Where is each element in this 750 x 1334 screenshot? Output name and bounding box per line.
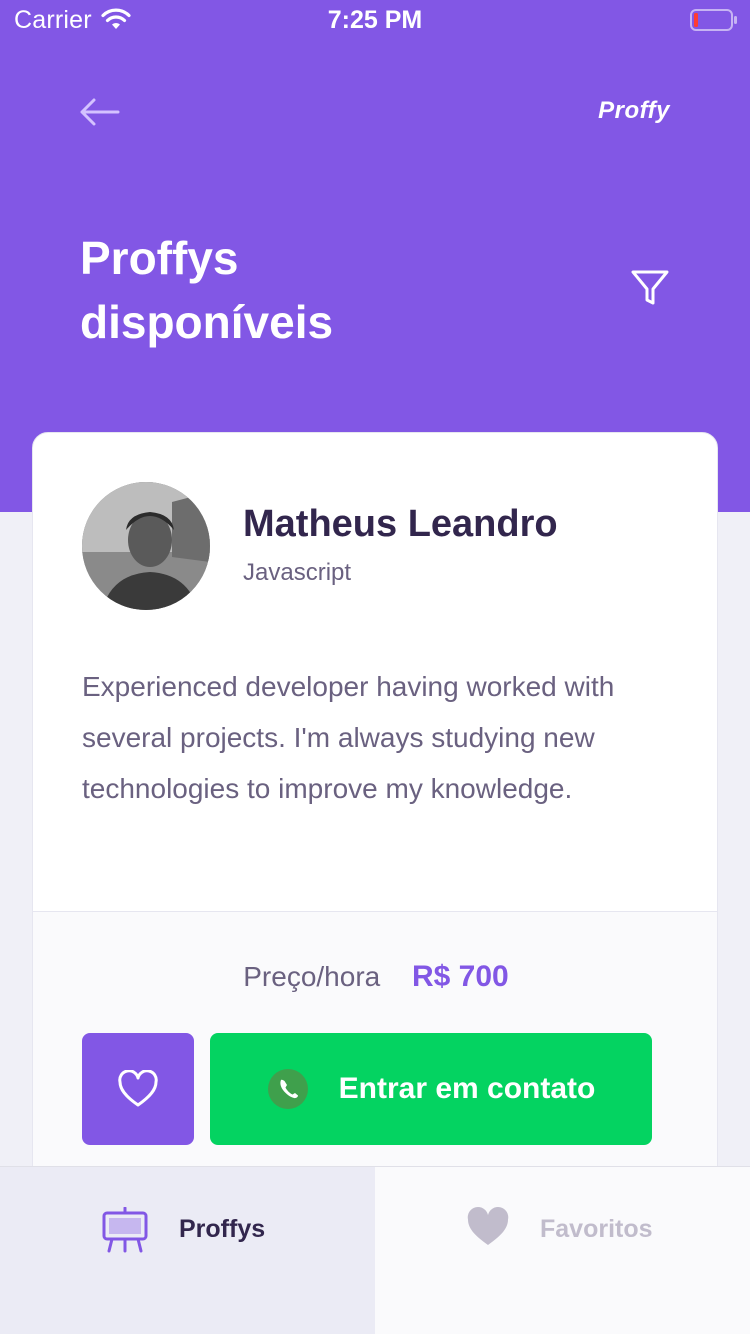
contact-button-label: Entrar em contato: [338, 1072, 596, 1105]
avatar-photo: [82, 482, 210, 610]
avatar: [82, 482, 210, 610]
heart-icon: [467, 1207, 509, 1245]
back-button[interactable]: [78, 96, 120, 128]
favorite-button[interactable]: [82, 1033, 194, 1145]
price-label: Preço/hora: [243, 961, 381, 992]
easel-icon: [102, 1207, 148, 1253]
tab-bar: Proffys Favoritos: [0, 1166, 750, 1334]
contact-button[interactable]: Entrar em contato: [210, 1033, 652, 1145]
teacher-card: Matheus Leandro Javascript Experienced d…: [32, 432, 718, 1192]
price-value: R$ 700: [412, 960, 509, 993]
whatsapp-icon: [267, 1069, 308, 1109]
tab-proffys-label: Proffys: [179, 1215, 266, 1243]
teacher-name: Matheus Leandro: [243, 503, 558, 545]
tab-proffys[interactable]: Proffys: [0, 1167, 375, 1334]
page-title-line1: Proffys: [80, 232, 239, 284]
proffy-logo: Proffy: [598, 97, 670, 124]
filter-icon[interactable]: [628, 266, 672, 310]
page-title: Proffys disponíveis: [80, 226, 480, 354]
page-title-line2: disponíveis: [80, 296, 334, 348]
tab-favoritos-label: Favoritos: [540, 1215, 653, 1243]
status-time: 7:25 PM: [327, 6, 423, 34]
heart-outline-icon: [118, 1070, 158, 1107]
price-row: Preço/hora R$ 700: [33, 960, 717, 994]
battery-icon: [690, 9, 737, 31]
card-footer: Preço/hora R$ 700 Entrar em contato: [33, 911, 717, 1191]
tab-favoritos[interactable]: Favoritos: [375, 1167, 750, 1334]
teacher-subject: Javascript: [243, 559, 352, 586]
status-bar: Carrier 7:25 PM: [0, 0, 750, 40]
teacher-bio: Experienced developer having worked with…: [82, 671, 615, 804]
